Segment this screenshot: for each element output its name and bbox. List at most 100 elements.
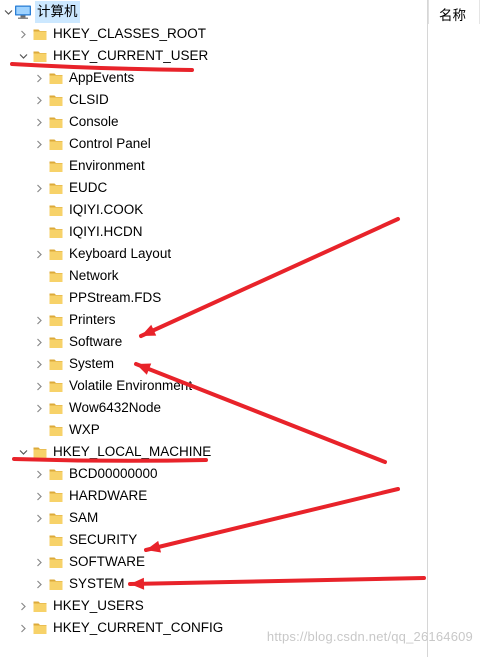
tree-item-volatile-environment[interactable]: Volatile Environment — [0, 375, 427, 397]
tree-item-environment[interactable]: Environment — [0, 155, 427, 177]
tree-item-sam[interactable]: SAM — [0, 507, 427, 529]
tree-item-ppstream-fds[interactable]: PPStream.FDS — [0, 287, 427, 309]
tree-item-label: Software — [69, 334, 123, 349]
folder-icon — [32, 444, 48, 460]
tree-item-hku[interactable]: HKEY_USERS — [0, 595, 427, 617]
tree-item-iqiyi-hcdn[interactable]: IQIYI.HCDN — [0, 221, 427, 243]
tree-item-label: BCD00000000 — [69, 466, 158, 481]
collapse-chevron-icon[interactable] — [17, 441, 29, 463]
tree-item-wxp[interactable]: WXP — [0, 419, 427, 441]
tree-item-label: Console — [69, 114, 119, 129]
tree-item-label: IQIYI.HCDN — [69, 224, 143, 239]
tree-item-wow6432node[interactable]: Wow6432Node — [0, 397, 427, 419]
expand-chevron-icon[interactable] — [33, 507, 45, 529]
tree-item-label: SOFTWARE — [69, 554, 145, 569]
expand-chevron-icon[interactable] — [33, 331, 45, 353]
expand-chevron-icon[interactable] — [33, 89, 45, 111]
tree-item-hkcr[interactable]: HKEY_CLASSES_ROOT — [0, 23, 427, 45]
tree-item-label: Wow6432Node — [69, 400, 162, 415]
folder-icon — [48, 268, 64, 284]
tree-item-system[interactable]: System — [0, 353, 427, 375]
tree-item-bcd00000000[interactable]: BCD00000000 — [0, 463, 427, 485]
tree-item-software[interactable]: Software — [0, 331, 427, 353]
expand-chevron-icon[interactable] — [33, 309, 45, 331]
expand-chevron-icon[interactable] — [33, 243, 45, 265]
tree-item-label: Keyboard Layout — [69, 246, 172, 261]
tree-item-printers[interactable]: Printers — [0, 309, 427, 331]
expand-chevron-icon[interactable] — [33, 551, 45, 573]
expand-chevron-icon[interactable] — [33, 133, 45, 155]
tree-item-network[interactable]: Network — [0, 265, 427, 287]
folder-icon — [48, 158, 64, 174]
folder-icon — [48, 114, 64, 130]
tree-item-label: Environment — [69, 158, 145, 173]
values-list-pane[interactable]: 名称 — [428, 0, 481, 657]
folder-icon — [48, 70, 64, 86]
folder-icon — [48, 422, 64, 438]
collapse-chevron-icon[interactable] — [17, 45, 29, 67]
expand-chevron-icon[interactable] — [33, 67, 45, 89]
expand-chevron-icon[interactable] — [17, 23, 29, 45]
tree-item-label: HKEY_CLASSES_ROOT — [53, 26, 207, 41]
folder-icon — [48, 466, 64, 482]
expand-chevron-icon[interactable] — [33, 485, 45, 507]
folder-icon — [48, 532, 64, 548]
folder-icon — [32, 48, 48, 64]
tree-item-label: Volatile Environment — [69, 378, 193, 393]
expand-chevron-icon[interactable] — [33, 375, 45, 397]
tree-item-label: System — [69, 356, 115, 371]
folder-icon — [48, 92, 64, 108]
tree-item-hklm[interactable]: HKEY_LOCAL_MACHINE — [0, 441, 427, 463]
tree-item-hardware[interactable]: HARDWARE — [0, 485, 427, 507]
tree-item-console[interactable]: Console — [0, 111, 427, 133]
tree-item-security[interactable]: SECURITY — [0, 529, 427, 551]
folder-icon — [48, 136, 64, 152]
tree-item-keyboard-layout[interactable]: Keyboard Layout — [0, 243, 427, 265]
column-header-label: 名称 — [439, 8, 466, 23]
tree-item-label: HKEY_USERS — [53, 598, 144, 613]
expand-chevron-icon[interactable] — [33, 397, 45, 419]
folder-icon — [48, 246, 64, 262]
folder-icon — [32, 620, 48, 636]
tree-item-system[interactable]: SYSTEM — [0, 573, 427, 595]
folder-icon — [48, 554, 64, 570]
tree-item-clsid[interactable]: CLSID — [0, 89, 427, 111]
tree-item-label: SECURITY — [69, 532, 138, 547]
collapse-chevron-icon[interactable] — [2, 1, 14, 23]
expand-chevron-icon[interactable] — [33, 573, 45, 595]
folder-icon — [48, 202, 64, 218]
expand-chevron-icon[interactable] — [33, 353, 45, 375]
tree-item-software[interactable]: SOFTWARE — [0, 551, 427, 573]
tree-item-label: Printers — [69, 312, 116, 327]
expand-chevron-icon[interactable] — [33, 111, 45, 133]
folder-icon — [48, 510, 64, 526]
expand-chevron-icon[interactable] — [17, 595, 29, 617]
tree-item-label: HKEY_CURRENT_USER — [53, 48, 209, 63]
computer-icon — [14, 4, 31, 20]
tree-item-computer[interactable]: 计算机 — [0, 1, 427, 23]
tree-item-appevents[interactable]: AppEvents — [0, 67, 427, 89]
tree-item-label: SAM — [69, 510, 99, 525]
tree-item-control-panel[interactable]: Control Panel — [0, 133, 427, 155]
tree-item-label: 计算机 — [35, 1, 80, 23]
folder-icon — [48, 356, 64, 372]
tree-item-label: AppEvents — [69, 70, 135, 85]
tree-item-label: CLSID — [69, 92, 109, 107]
folder-icon — [48, 334, 64, 350]
tree-item-hkcu[interactable]: HKEY_CURRENT_USER — [0, 45, 427, 67]
tree-item-label: HARDWARE — [69, 488, 148, 503]
tree-item-label: SYSTEM — [69, 576, 125, 591]
column-header-name[interactable]: 名称 — [428, 0, 481, 24]
folder-icon — [32, 26, 48, 42]
expand-chevron-icon[interactable] — [33, 177, 45, 199]
folder-icon — [48, 290, 64, 306]
folder-icon — [48, 312, 64, 328]
expand-chevron-icon[interactable] — [33, 463, 45, 485]
tree-item-eudc[interactable]: EUDC — [0, 177, 427, 199]
tree-item-iqiyi-cook[interactable]: IQIYI.COOK — [0, 199, 427, 221]
registry-tree-pane[interactable]: 计算机 HKEY_CLASSES_ROOT HKEY_CURRENT_USER App… — [0, 0, 428, 657]
tree-item-label: WXP — [69, 422, 100, 437]
folder-icon — [48, 488, 64, 504]
expand-chevron-icon[interactable] — [17, 617, 29, 639]
folder-icon — [48, 576, 64, 592]
